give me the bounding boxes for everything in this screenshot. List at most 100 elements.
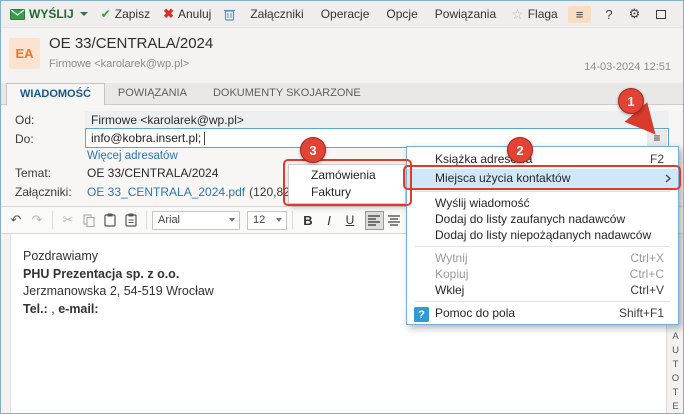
- chevron-down-icon: [229, 218, 235, 222]
- to-field-menu-button[interactable]: ≡: [647, 130, 667, 146]
- cancel-label: Anuluj: [177, 7, 212, 21]
- font-size-value: 12: [253, 214, 266, 226]
- menu-item-dodaj-niepozadanych[interactable]: Dodaj do listy niepożądanych nadawców: [407, 227, 678, 243]
- settings-gear-button[interactable]: ⚙: [629, 6, 641, 22]
- menu-shortcut: Shift+F1: [618, 306, 664, 320]
- relations-label: Powiązania: [434, 7, 497, 21]
- flag-label: Flaga: [527, 7, 558, 21]
- save-button[interactable]: ✔ Zapisz: [98, 5, 153, 23]
- operations-label: Operacje: [320, 7, 370, 21]
- attachments-label: Załączniki: [250, 7, 304, 21]
- page-title: OE 33/CENTRALA/2024: [49, 35, 214, 52]
- italic-button[interactable]: I: [319, 210, 339, 230]
- trash-icon: [224, 8, 236, 21]
- to-field-context-menu: Książka adresowa F2 Miejsca użycia konta…: [406, 146, 679, 325]
- bold-button[interactable]: B: [298, 210, 318, 230]
- to-field[interactable]: info@kobra.insert.pl; ≡: [85, 128, 669, 148]
- chevron-down-icon: [79, 12, 88, 16]
- menu-item-dodaj-zaufanych[interactable]: Dodaj do listy zaufanych nadawców: [407, 211, 678, 227]
- toolbar-separator: [292, 211, 293, 229]
- chevron-down-icon: [276, 218, 282, 222]
- menu-item-miejsca-uzycia-kontaktow[interactable]: Miejsca użycia kontaktów: [407, 169, 678, 188]
- more-recipients-link[interactable]: Więcej adresatów: [87, 150, 178, 162]
- copy-button[interactable]: [79, 210, 99, 230]
- menu-item-label: Wyślij wiadomość: [435, 196, 530, 210]
- to-value: info@kobra.insert.pl;: [91, 131, 202, 145]
- menu-item-kopiuj: Kopiuj Ctrl+C: [407, 266, 678, 282]
- editor-margin: [1, 234, 11, 413]
- menu-item-label: Wytnij: [435, 251, 468, 265]
- submenu-item-faktury[interactable]: Faktury: [289, 184, 405, 201]
- redo-button[interactable]: ↷: [27, 210, 47, 230]
- attachments-menu[interactable]: Załączniki: [245, 5, 308, 23]
- message-header: EA OE 33/CENTRALA/2024 Firmowe <karolare…: [1, 28, 683, 83]
- from-value: Firmowe <karolarek@wp.pl>: [91, 112, 244, 127]
- help-icon: ?: [414, 307, 429, 322]
- paste-button[interactable]: [100, 210, 120, 230]
- menu-item-label: Kopiuj: [435, 267, 469, 281]
- menu-item-pomoc-do-pola[interactable]: ? Pomoc do pola Shift+F1: [407, 305, 678, 322]
- menu-item-wyslij-wiadomosc[interactable]: Wyślij wiadomość: [407, 195, 678, 211]
- tab-wiadomosc[interactable]: WIADOMOŚĆ: [6, 83, 105, 105]
- menu-item-label: Dodaj do listy niepożądanych nadawców: [435, 228, 652, 242]
- font-family-value: Arial: [158, 214, 181, 226]
- menu-shortcut: Ctrl+X: [630, 251, 664, 265]
- email-message-window: WYŚLIJ ✔ Zapisz ✖ Anuluj Załączniki Oper…: [0, 0, 684, 414]
- menu-item-ksiazka-adresowa[interactable]: Książka adresowa F2: [407, 150, 678, 169]
- subject-label: Temat:: [15, 166, 52, 180]
- menu-item-label: Miejsca użycia kontaktów: [435, 171, 571, 185]
- tab-dokumenty-skojarzone[interactable]: DOKUMENTY SKOJARZONE: [200, 83, 374, 104]
- options-label: Opcje: [386, 7, 418, 21]
- menu-item-label: Dodaj do listy zaufanych nadawców: [435, 212, 626, 226]
- delete-button[interactable]: [221, 6, 238, 23]
- underline-button[interactable]: U: [340, 210, 360, 230]
- help-button[interactable]: ?: [605, 7, 612, 22]
- menu-item-wytnij: Wytnij Ctrl+X: [407, 250, 678, 266]
- cancel-button[interactable]: ✖ Anuluj: [160, 4, 214, 24]
- menu-separator: [415, 301, 670, 302]
- tel-label: Tel.:: [23, 301, 48, 316]
- from-field[interactable]: Firmowe <karolarek@wp.pl>: [85, 111, 669, 128]
- align-center-button[interactable]: [385, 211, 404, 230]
- paste-special-button[interactable]: [121, 210, 141, 230]
- font-family-select[interactable]: Arial: [152, 210, 240, 230]
- menu-separator: [415, 191, 670, 192]
- save-label: Zapisz: [114, 7, 151, 21]
- from-label: Od:: [15, 113, 35, 127]
- annotation-step-1: 1: [618, 88, 644, 114]
- relations-menu[interactable]: Powiązania: [430, 5, 501, 23]
- options-menu[interactable]: Opcje: [381, 5, 422, 23]
- align-left-button[interactable]: [365, 210, 384, 230]
- envelope-icon: [10, 8, 25, 20]
- subject-field[interactable]: OE 33/CENTRALA/2024: [87, 166, 218, 180]
- annotation-step-3: 3: [300, 137, 326, 163]
- annotation-step-2: 2: [507, 137, 533, 163]
- menu-shortcut: Ctrl+V: [630, 283, 664, 297]
- toolbar-separator: [52, 211, 53, 229]
- submenu-item-zamowienia[interactable]: Zamówienia: [289, 167, 405, 184]
- attachments-label: Załączniki:: [15, 185, 72, 199]
- menu-item-label: Wklej: [435, 283, 465, 297]
- menu-shortcut: Ctrl+C: [629, 267, 664, 281]
- message-datetime: 14-03-2024 12:51: [584, 61, 671, 73]
- sender-account: Firmowe <karolarek@wp.pl>: [49, 58, 190, 70]
- flag-button[interactable]: ☆ Flaga: [508, 4, 561, 25]
- operations-menu[interactable]: Operacje: [316, 5, 375, 23]
- tab-powiazania[interactable]: POWIĄZANIA: [105, 83, 200, 104]
- maximize-button[interactable]: [656, 9, 667, 19]
- undo-button[interactable]: ↶: [6, 210, 26, 230]
- menu-item-label: Pomoc do pola: [435, 306, 516, 320]
- menu-shortcut: F2: [649, 152, 664, 166]
- contact-usage-submenu: Zamówienia Faktury: [288, 164, 406, 204]
- toolbar-separator: [146, 211, 147, 229]
- send-button[interactable]: WYŚLIJ: [7, 5, 91, 23]
- red-x-icon: ✖: [163, 6, 174, 21]
- submenu-arrow-icon: [665, 169, 671, 188]
- font-size-select[interactable]: 12: [247, 210, 287, 230]
- star-icon: ☆: [511, 5, 524, 22]
- menu-item-wklej[interactable]: Wklej Ctrl+V: [407, 282, 678, 298]
- cut-button[interactable]: ✂: [58, 210, 78, 230]
- text-caret: [204, 131, 206, 145]
- attachment-link[interactable]: OE 33_CENTRALA_2024.pdf: [87, 185, 245, 199]
- more-toolbar-button[interactable]: ≡: [567, 5, 592, 23]
